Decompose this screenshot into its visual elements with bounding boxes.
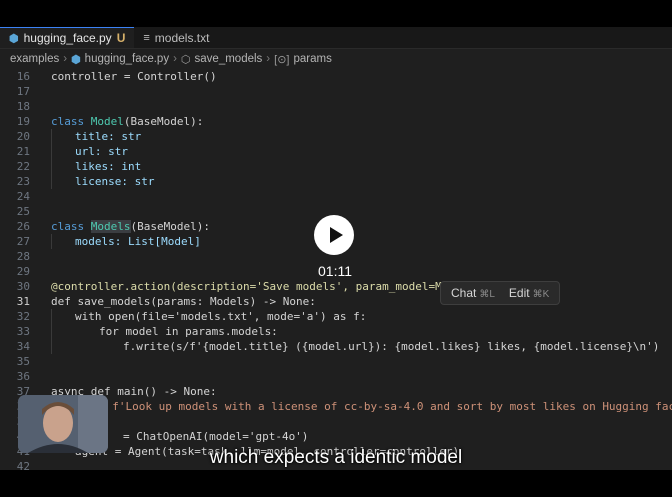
code-line: 19 class Model(BaseModel):: [0, 114, 672, 129]
line-number: 26: [16, 220, 30, 233]
code-line: 33 for model in params.models:: [0, 324, 672, 339]
code-text: for model in params.models:: [99, 325, 278, 338]
code-text: class Model(BaseModel):: [51, 114, 203, 129]
line-number: 19: [16, 115, 30, 128]
code-text: def save_models(params: Models) -> None:: [51, 295, 316, 308]
video-timestamp: 01:11: [318, 263, 352, 279]
code-line: 17: [0, 84, 672, 99]
code-text: class Models(BaseModel):: [51, 219, 210, 234]
code-line: 24: [0, 189, 672, 204]
method-icon: ⬡: [180, 53, 191, 66]
chevron-right-icon: ›: [63, 53, 68, 65]
tab-hugging-face-py[interactable]: ⬢ hugging_face.py U: [0, 27, 135, 48]
code-text: title: str: [75, 130, 142, 143]
indent-guide: [51, 159, 52, 174]
play-icon: [329, 227, 343, 243]
code-text: models: List[Model]: [75, 235, 201, 248]
code-text: (BaseModel):: [130, 220, 210, 233]
tab-models-txt[interactable]: ≡ models.txt: [134, 27, 218, 48]
code-text: license: str: [75, 175, 155, 188]
code-line: 35: [0, 354, 672, 369]
line-number: 28: [16, 250, 30, 263]
line-number: 33: [16, 325, 30, 338]
indent-guide: [51, 129, 52, 144]
code-text: class: [51, 115, 91, 128]
code-line: 30 @controller.action(description='Save m…: [0, 279, 672, 294]
code-text: with open(file='models.txt', mode='a') a…: [75, 310, 367, 323]
indent-guide: [51, 324, 52, 339]
code-line: 16 controller = Controller(): [0, 69, 672, 84]
line-number: 32: [16, 310, 30, 323]
indent-guide: [51, 339, 52, 354]
presenter-image: [18, 395, 108, 453]
code-text: @controller.action(description='Save mod…: [51, 280, 482, 293]
webcam-overlay: [18, 395, 108, 453]
line-number: 18: [16, 100, 30, 113]
line-number: 17: [16, 85, 30, 98]
indent-guide: [51, 174, 52, 189]
breadcrumb-item[interactable]: save_models: [195, 53, 263, 65]
line-number: 25: [16, 205, 30, 218]
indent-guide: [51, 309, 52, 324]
code-line: 20 title: str: [0, 129, 672, 144]
text-file-icon: ≡: [143, 31, 150, 44]
code-line: 34 f.write(s/f'{model.title} ({model.url}…: [0, 339, 672, 354]
line-number: 31: [16, 295, 30, 308]
code-text: = f'Look up models with a license of cc-…: [99, 400, 672, 413]
code-text: Model: [90, 115, 124, 128]
chevron-right-icon: ›: [266, 53, 271, 65]
chevron-right-icon: ›: [173, 53, 177, 65]
video-frame: ⬢ hugging_face.py U ≡ models.txt example…: [0, 0, 672, 497]
code-line: 18: [0, 99, 672, 114]
line-number: 22: [16, 160, 30, 173]
code-text: controller = Controller(): [51, 70, 217, 83]
code-text: url: str: [75, 145, 128, 158]
code-line-current: 31 def save_models(params: Models) -> Non…: [0, 294, 672, 309]
code-line: 32 with open(file='models.txt', mode='a')…: [0, 309, 672, 324]
modified-badge: U: [116, 31, 126, 45]
chat-edit-hint: Chat ⌘L Edit ⌘K: [440, 281, 561, 305]
code-text: Models: [90, 220, 131, 233]
code-line: 36: [0, 369, 672, 384]
line-number: 30: [16, 280, 30, 293]
code-line: 22 likes: int: [0, 159, 672, 174]
code-line: 21 url: str: [0, 144, 672, 159]
tab-label: hugging_face.py: [23, 31, 112, 45]
chat-hint[interactable]: Chat ⌘L: [451, 286, 495, 300]
code-text: (BaseModel):: [123, 115, 204, 128]
line-number: 23: [16, 175, 30, 188]
line-number: 35: [16, 355, 30, 368]
code-text: = ChatOpenAI(model='gpt-4o'): [123, 430, 309, 443]
indent-guide: [51, 234, 52, 249]
line-number: 29: [16, 265, 30, 278]
video-caption: which expects a identic model: [209, 447, 463, 468]
code-text: f.write(s/f'{model.title} ({model.url}):…: [123, 340, 660, 353]
code-text: class: [51, 220, 91, 233]
breadcrumb: examples › ⬢ hugging_face.py › ⬡ save_mo…: [0, 49, 672, 69]
line-number: 34: [16, 340, 30, 353]
code-line: 23 license: str: [0, 174, 672, 189]
python-file-icon: ⬢: [71, 53, 81, 66]
breadcrumb-item[interactable]: hugging_face.py: [85, 53, 169, 65]
play-button[interactable]: [314, 215, 354, 255]
code-text: likes: int: [75, 160, 142, 173]
line-number: 16: [16, 70, 30, 83]
line-number: 36: [16, 370, 30, 383]
edit-hint[interactable]: Edit ⌘K: [509, 286, 549, 300]
breadcrumb-item[interactable]: examples: [10, 53, 59, 65]
indent-guide: [51, 144, 52, 159]
tab-bar: ⬢ hugging_face.py U ≡ models.txt: [0, 27, 672, 49]
breadcrumb-item[interactable]: params: [293, 53, 331, 65]
line-number: 24: [16, 190, 30, 203]
python-file-icon: ⬢: [9, 32, 19, 45]
line-number: 27: [16, 235, 30, 248]
tab-label: models.txt: [154, 30, 210, 45]
line-number: 21: [16, 145, 30, 158]
variable-icon: [⊙]: [274, 53, 290, 66]
line-number: 20: [16, 130, 30, 143]
